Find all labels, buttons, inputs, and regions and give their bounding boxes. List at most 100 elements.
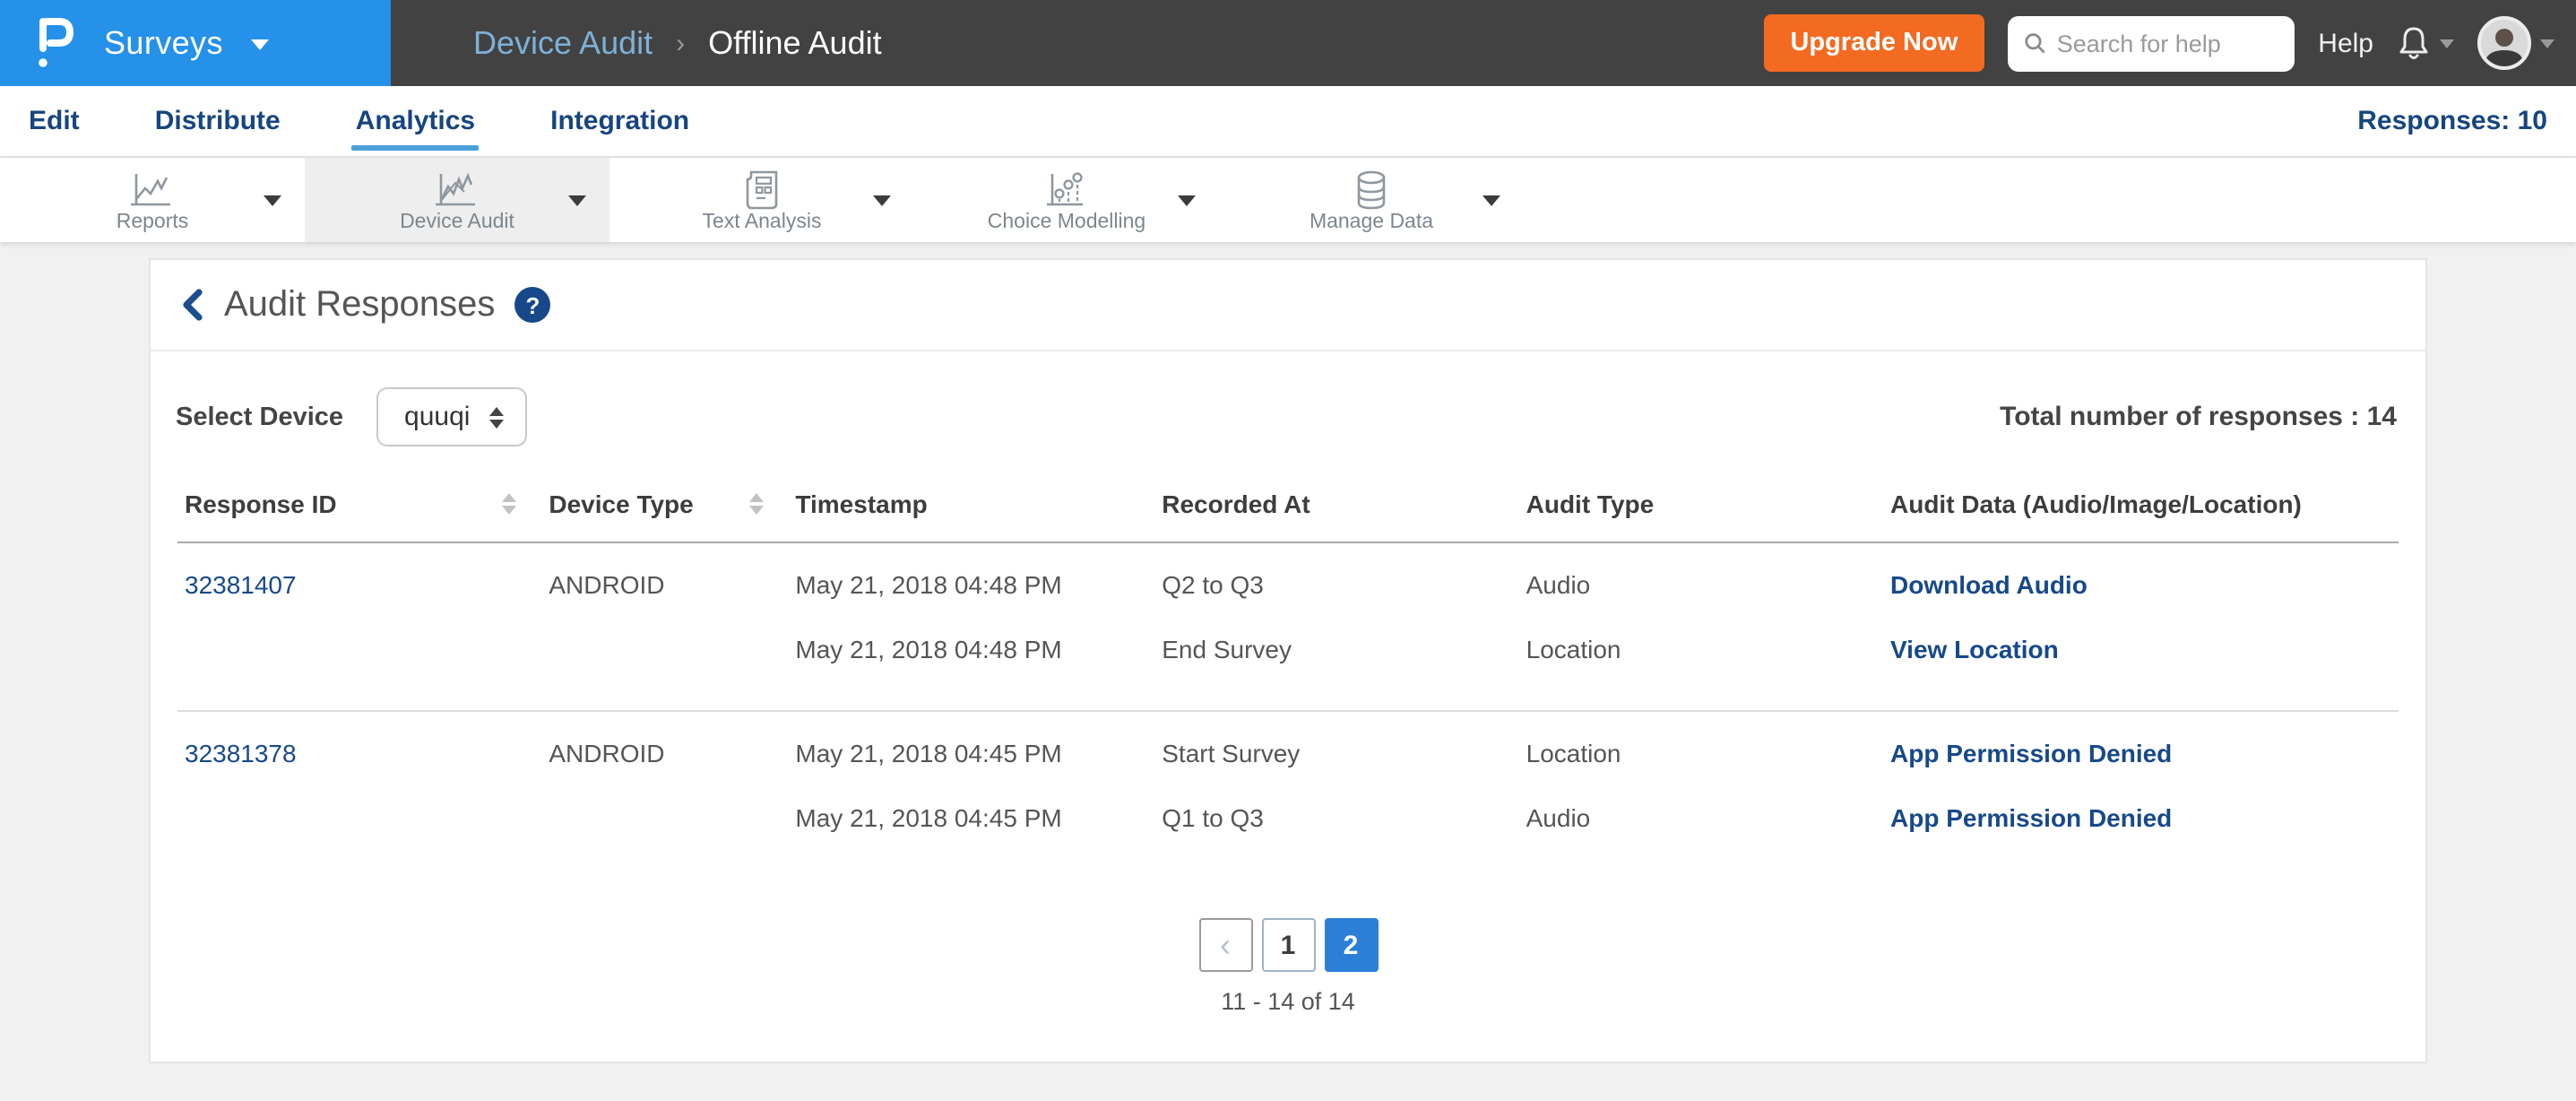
sort-icon[interactable] [502, 492, 517, 514]
breadcrumb: Device Audit › Offline Audit [473, 24, 882, 62]
chevron-down-icon[interactable] [1178, 195, 1196, 206]
toolbar-item-device-audit[interactable]: Device Audit [305, 158, 609, 242]
toolbar-item-label: Device Audit [400, 211, 514, 232]
col-audit-type: Audit Type [1518, 464, 1883, 543]
sort-icon[interactable] [748, 492, 764, 514]
select-updown-icon [489, 406, 505, 428]
page-buttons: ‹ 1 2 [1198, 918, 1378, 972]
col-device-type: Device Type [541, 464, 789, 543]
toolbar-item-choice-modelling[interactable]: Choice Modelling [914, 158, 1219, 242]
help-search-box[interactable] [2008, 15, 2295, 71]
bell-icon [2399, 26, 2428, 58]
toolbar-item-text-analysis[interactable]: Text Analysis [609, 158, 914, 242]
view-location-link[interactable]: View Location [1890, 635, 2059, 663]
col-recorded-at: Recorded At [1154, 464, 1519, 543]
col-audit-data: Audit Data (Audio/Image/Location) [1883, 464, 2399, 543]
line-chart-icon [434, 171, 480, 209]
table-header-row: Response ID Device Type Timestamp Record… [177, 464, 2399, 543]
chevron-down-icon[interactable] [1482, 195, 1500, 206]
back-button[interactable] [179, 289, 204, 321]
toolbar-item-reports[interactable]: Reports [0, 158, 305, 242]
response-id-link[interactable]: 32381407 [185, 570, 297, 599]
tab-analytics[interactable]: Analytics [351, 88, 479, 154]
search-input[interactable] [2056, 30, 2279, 56]
main-content: Audit Responses ? Select Device quuqi To… [0, 242, 2576, 1063]
avatar [2477, 16, 2531, 70]
pagination-caption: 11 - 14 of 14 [1221, 988, 1355, 1015]
toolbar-item-label: Manage Data [1309, 211, 1434, 232]
toolbar-item-label: Reports [116, 211, 189, 232]
pagination-page-2[interactable]: 2 [1324, 918, 1378, 972]
audit-type-cell: Audio [1526, 570, 1591, 599]
product-label: Surveys [104, 24, 223, 60]
audit-type-cell: Audio [1526, 803, 1591, 832]
download-audio-link[interactable]: Download Audio [1890, 570, 2088, 599]
pagination: ‹ 1 2 11 - 14 of 14 [151, 918, 2425, 1015]
header-actions: Upgrade Now Help [1763, 14, 2576, 72]
recorded-at-cell: End Survey [1162, 635, 1292, 663]
device-type-cell: ANDROID [549, 570, 665, 599]
select-device-label: Select Device [176, 403, 344, 431]
pagination-prev-button[interactable]: ‹ [1198, 918, 1252, 972]
audit-responses-table: Response ID Device Type Timestamp Record… [177, 464, 2399, 879]
pagination-page-1[interactable]: 1 [1261, 918, 1315, 972]
breadcrumb-separator-icon: › [676, 28, 686, 58]
toolbar-item-label: Choice Modelling [987, 211, 1146, 232]
document-icon [744, 169, 780, 209]
timestamp-cell: May 21, 2018 04:48 PM [795, 635, 1062, 663]
col-response-id: Response ID [177, 464, 542, 543]
breadcrumb-parent[interactable]: Device Audit [473, 24, 653, 62]
upgrade-now-button[interactable]: Upgrade Now [1763, 14, 1985, 72]
total-responses: Total number of responses : 14 [2000, 402, 2397, 432]
device-select[interactable]: quuqi [376, 387, 528, 446]
toolbar-item-manage-data[interactable]: Manage Data [1219, 158, 1524, 242]
device-select-value: quuqi [404, 402, 471, 432]
recorded-at-cell: Q1 to Q3 [1162, 803, 1264, 832]
table-controls: Select Device quuqi Total number of resp… [151, 351, 2425, 454]
audit-type-cell: Location [1526, 635, 1621, 663]
tab-edit[interactable]: Edit [29, 88, 80, 154]
person-silhouette-icon [2485, 29, 2524, 66]
scatter-chart-icon [1045, 171, 1088, 209]
table-row: May 21, 2018 04:48 PM End Survey Locatio… [177, 617, 2399, 711]
response-id-link[interactable]: 32381378 [185, 739, 297, 767]
col-timestamp: Timestamp [788, 464, 1155, 543]
account-menu[interactable] [2477, 16, 2554, 70]
tab-integration[interactable]: Integration [550, 88, 689, 154]
analytics-toolbar: Reports Device Audit Text Analysis Choic… [0, 158, 2576, 242]
card-title-row: Audit Responses ? [151, 260, 2425, 351]
questionpro-logo-icon [39, 18, 74, 67]
timestamp-cell: May 21, 2018 04:48 PM [795, 570, 1062, 599]
app-permission-denied-link[interactable]: App Permission Denied [1890, 803, 2172, 832]
chevron-down-icon [251, 39, 270, 50]
survey-section-nav: Edit Distribute Analytics Integration Re… [0, 86, 2576, 158]
device-type-cell: ANDROID [541, 710, 789, 785]
app-root: Surveys Device Audit › Offline Audit Upg… [0, 0, 2576, 1101]
breadcrumb-current: Offline Audit [708, 24, 882, 60]
chevron-down-icon[interactable] [873, 195, 891, 206]
chevron-down-icon[interactable] [568, 195, 586, 206]
notifications-button[interactable] [2397, 24, 2454, 62]
help-icon[interactable]: ? [514, 287, 551, 323]
line-chart-icon [129, 171, 176, 209]
search-icon [2025, 33, 2045, 54]
page-title: Audit Responses [224, 284, 496, 324]
chevron-down-icon [2540, 39, 2554, 48]
timestamp-cell: May 21, 2018 04:45 PM [788, 710, 1155, 785]
tab-distribute[interactable]: Distribute [155, 88, 281, 154]
toolbar-item-label: Text Analysis [702, 211, 822, 232]
chevron-down-icon [2440, 39, 2454, 48]
database-icon [1352, 169, 1391, 209]
recorded-at-cell: Q2 to Q3 [1162, 570, 1264, 599]
product-switcher[interactable]: Surveys [0, 0, 391, 86]
audit-type-cell: Location [1518, 710, 1883, 785]
top-header-bar: Surveys Device Audit › Offline Audit Upg… [0, 0, 2576, 86]
table-row: 32381407 ANDROID May 21, 2018 04:48 PM Q… [177, 542, 2399, 617]
chevron-down-icon[interactable] [264, 195, 281, 206]
app-permission-denied-link[interactable]: App Permission Denied [1890, 739, 2172, 767]
audit-responses-card: Audit Responses ? Select Device quuqi To… [149, 258, 2427, 1063]
recorded-at-cell: Start Survey [1154, 710, 1519, 785]
help-link[interactable]: Help [2318, 28, 2373, 58]
timestamp-cell: May 21, 2018 04:45 PM [795, 803, 1062, 832]
table-row: 32381378 ANDROID May 21, 2018 04:45 PM S… [177, 710, 2399, 785]
